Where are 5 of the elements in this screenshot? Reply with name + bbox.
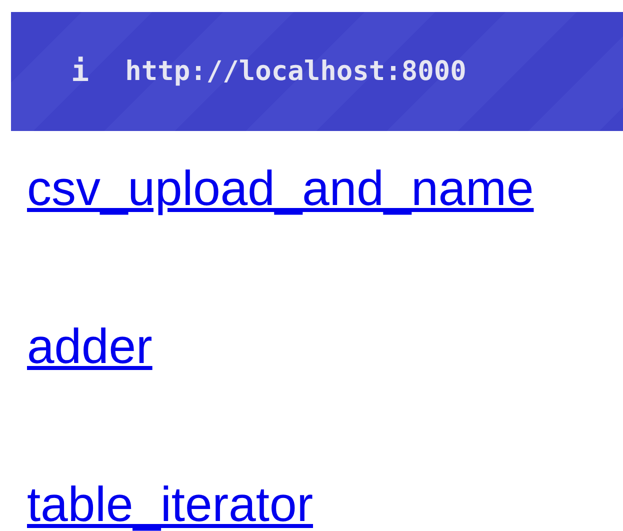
info-icon: i bbox=[71, 54, 90, 89]
server-url: http://localhost:8000 bbox=[125, 56, 466, 87]
page-link[interactable]: table_iterator bbox=[27, 477, 314, 531]
page-link[interactable]: adder bbox=[27, 319, 152, 375]
page-link[interactable]: csv_upload_and_name bbox=[27, 161, 534, 217]
